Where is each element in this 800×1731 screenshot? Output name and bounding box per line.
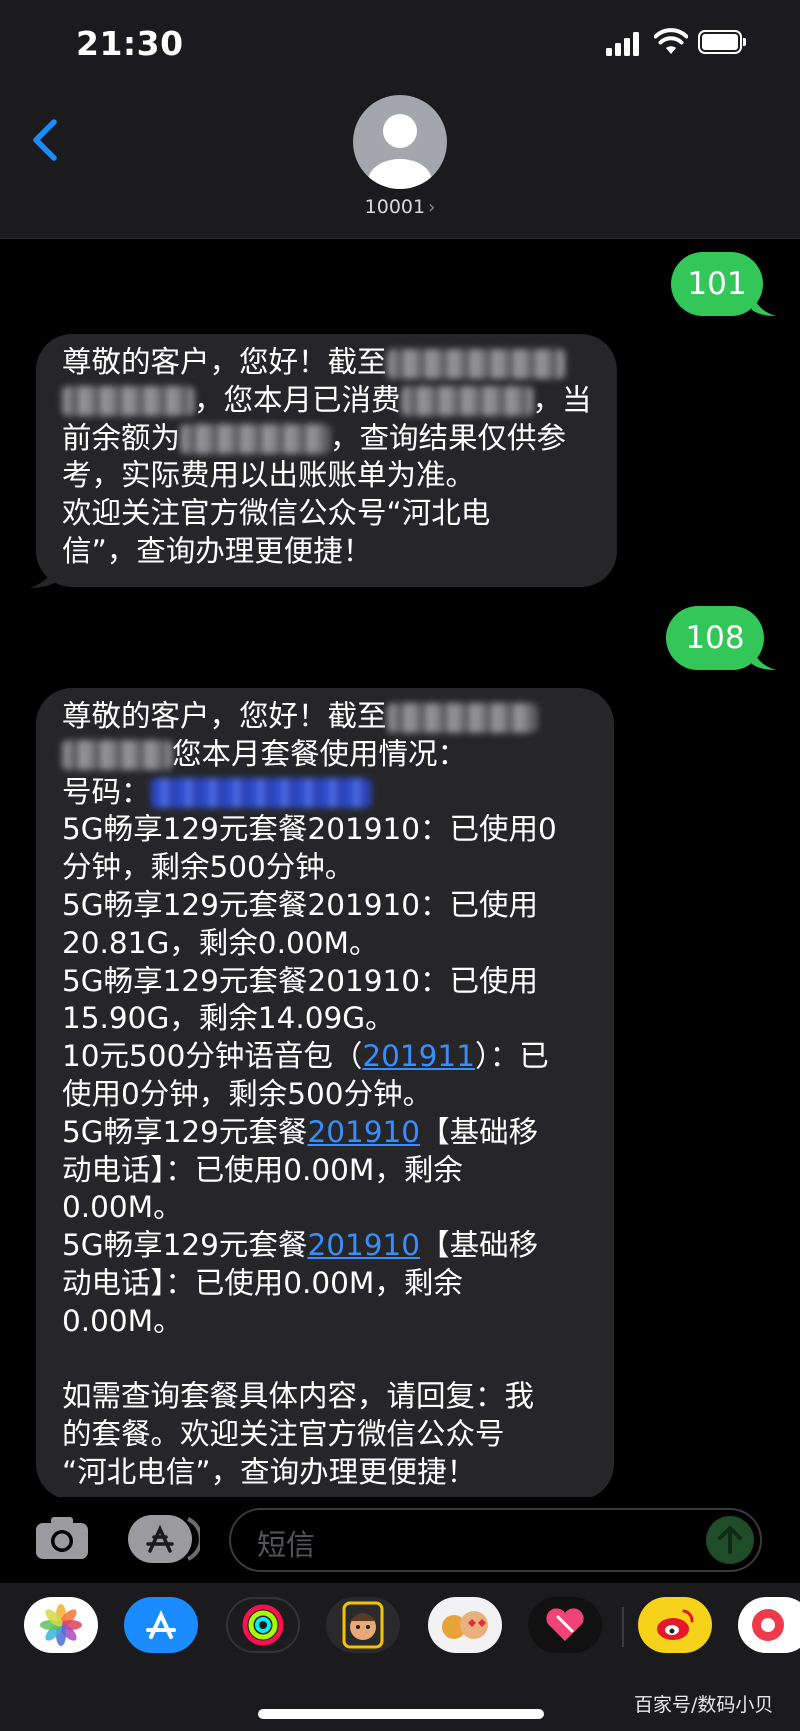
sent-message[interactable]: 101: [671, 252, 763, 316]
date-link[interactable]: 201911: [362, 1039, 475, 1073]
message-input[interactable]: 短信: [229, 1508, 762, 1572]
app-store-icon[interactable]: [124, 1597, 198, 1653]
compose-bar: 短信: [0, 1497, 800, 1583]
contact-name[interactable]: 10001 ›: [0, 196, 800, 218]
received-message[interactable]: 尊敬的客户，您好！截至 ，您本月已消费 ，当 前余额为 ，查询结果仅供参 考，实际费…: [36, 334, 617, 587]
contact-number: 10001: [364, 196, 426, 218]
redacted-text: [386, 702, 537, 733]
redacted-phone-number: [150, 778, 371, 809]
arrow-up-icon: [718, 1526, 742, 1554]
message-text: 108: [685, 620, 745, 656]
person-icon: [368, 114, 432, 189]
date-link[interactable]: 201910: [307, 1115, 420, 1149]
redacted-text: [62, 740, 172, 771]
cellular-signal-icon: [606, 30, 646, 56]
drawer-divider: [622, 1607, 624, 1647]
chevron-right-icon: ›: [428, 197, 436, 218]
camera-icon[interactable]: [34, 1515, 90, 1561]
bubble-tail: [30, 562, 56, 588]
digital-touch-icon[interactable]: [528, 1597, 602, 1653]
back-chevron-icon[interactable]: [26, 112, 62, 168]
redacted-text: [400, 386, 533, 417]
bubble-tail: [752, 646, 776, 670]
memoji-icon[interactable]: [326, 1597, 400, 1653]
home-indicator: [258, 1709, 544, 1719]
status-time: 21:30: [76, 24, 184, 63]
wifi-icon: [654, 28, 688, 54]
partial-app-icon[interactable]: [738, 1597, 800, 1653]
sent-message[interactable]: 108: [666, 606, 764, 670]
battery-icon: [698, 30, 746, 54]
received-message[interactable]: 尊敬的客户，您好！截至 您本月套餐使用情况： 号码： 5G畅享129元套餐201…: [36, 688, 614, 1500]
conversation-header: 10001 ›: [0, 90, 800, 239]
watermark: 百家号/数码小贝: [634, 1694, 774, 1716]
contact-avatar[interactable]: [353, 95, 447, 189]
date-link[interactable]: 201910: [307, 1228, 420, 1262]
app-store-icon[interactable]: [128, 1515, 200, 1563]
photos-icon[interactable]: [24, 1597, 98, 1653]
redacted-text: [180, 424, 331, 455]
weibo-icon[interactable]: [638, 1597, 712, 1653]
message-text: 尊敬的客户，您好！截至 您本月套餐使用情况： 号码： 5G畅享129元套餐201…: [62, 699, 557, 1489]
bubble-tail: [752, 292, 776, 316]
send-button[interactable]: [706, 1516, 754, 1564]
redacted-text: [386, 348, 565, 379]
app-drawer: 百家号/数码小贝: [0, 1583, 800, 1731]
message-input-placeholder: 短信: [257, 1528, 316, 1562]
message-text: 尊敬的客户，您好！截至 ，您本月已消费 ，当 前余额为 ，查询结果仅供参 考，实际费…: [62, 345, 592, 568]
status-bar: 21:30: [0, 0, 800, 90]
redacted-text: [62, 386, 194, 417]
animoji-icon[interactable]: [428, 1597, 502, 1653]
activity-icon[interactable]: [226, 1597, 300, 1653]
message-text: 101: [687, 266, 747, 302]
